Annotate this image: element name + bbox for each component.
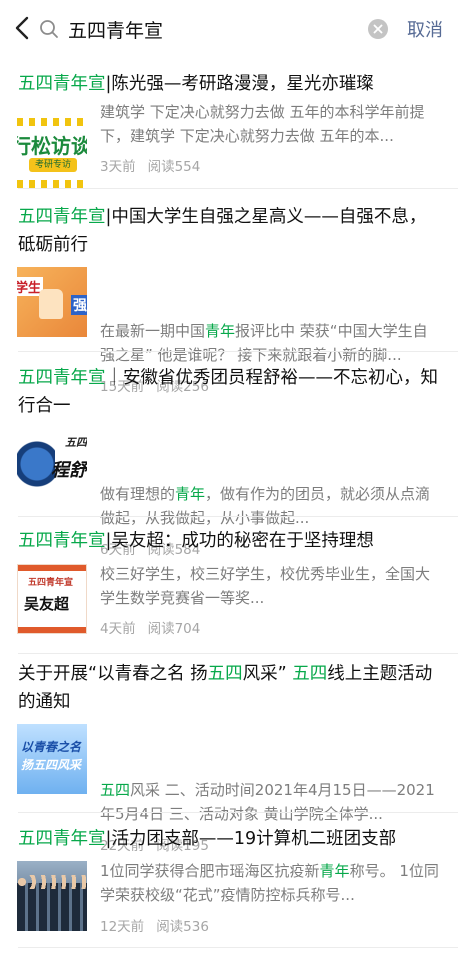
thumbnail-text: 强 <box>71 295 87 315</box>
title-text: 关于开展“以青春之名 扬 <box>18 664 208 684</box>
thumbnail-text: 行松访谈 <box>17 134 87 158</box>
title-highlight: 五四青年宣 <box>18 531 106 551</box>
result-meta: 4天前 阅读704 <box>100 617 200 637</box>
thumbnail-text: 以青春之名 <box>21 740 82 754</box>
result-title[interactable]: 五四青年宣|陈光强—考研路漫漫，星光亦璀璨 <box>18 70 438 98</box>
result-thumbnail: 行松访谈 考研专访 <box>17 118 87 188</box>
snippet-highlight: 青年 <box>175 485 206 503</box>
result-reads: 阅读554 <box>147 159 201 175</box>
result-meta: 3天前 阅读554 <box>100 155 200 175</box>
search-input[interactable] <box>68 18 358 40</box>
back-button[interactable] <box>10 14 34 42</box>
snippet-text: 做有理想的 <box>100 485 176 503</box>
thumbnail-text: 程舒 <box>51 460 87 481</box>
result-time: 4天前 <box>100 621 136 637</box>
thumbnail-text: 五四青年宣 <box>28 578 74 588</box>
result-item[interactable]: 五四青年宣|吴友超：成功的秘密在于坚持理想 五四青年宣 吴友超 校三好学生，校三… <box>0 517 458 653</box>
search-box[interactable] <box>38 10 394 48</box>
result-item[interactable]: 关于开展“以青春之名 扬五四风采” 五四线上主题活动的通知 以青春之名 扬五四风… <box>0 654 458 854</box>
result-thumbnail <box>17 861 87 931</box>
group-photo <box>17 883 87 931</box>
thumbnail-text: 吴友超 <box>24 595 70 613</box>
chevron-left-icon <box>15 16 29 40</box>
snippet-highlight: 青年 <box>205 322 236 340</box>
result-thumbnail: 以青春之名 扬五四风采 <box>17 724 87 794</box>
divider <box>18 947 458 948</box>
snippet-highlight: 五四 <box>100 781 131 799</box>
snippet-text: 建筑学 下定决心就努力去做 五年的本科学年前提下，建筑学 下定决心就努力去做 五… <box>100 103 425 145</box>
title-highlight: 五四 <box>207 664 243 684</box>
result-reads: 阅读704 <box>147 621 201 637</box>
result-title[interactable]: 五四青年宣｜安徽省优秀团员程舒裕——不忘初心，知行合一 <box>18 364 438 420</box>
search-icon <box>38 18 60 40</box>
result-snippet: 1位同学获得合肥市瑶海区抗疫新青年称号。 1位同学荣获校级“花式”疫情防控标兵称… <box>100 859 440 907</box>
clear-icon <box>373 24 383 34</box>
result-thumbnail: 五四青年宣 吴友超 <box>17 564 87 634</box>
cancel-button[interactable]: 取消 <box>407 16 443 42</box>
clear-search-button[interactable] <box>368 19 388 39</box>
result-time: 12天前 <box>100 919 145 935</box>
result-thumbnail: 学生 强 <box>17 267 87 337</box>
result-meta: 12天前 阅读536 <box>100 915 209 935</box>
result-title[interactable]: 五四青年宣|吴友超：成功的秘密在于坚持理想 <box>18 527 438 555</box>
snippet-highlight: 青年 <box>319 862 350 880</box>
result-item[interactable]: 五四青年宣|中国大学生自强之星高义——自强不息，砥砺前行 学生 强 在最新一期中… <box>0 189 458 395</box>
result-reads: 阅读536 <box>156 919 209 935</box>
result-item[interactable]: 五四青年宣｜安徽省优秀团员程舒裕——不忘初心，知行合一 五四 程舒 做有理想的青… <box>0 352 458 558</box>
search-header: 取消 <box>0 0 458 58</box>
title-highlight: 五四青年宣 <box>18 368 106 388</box>
result-thumbnail: 五四 程舒 <box>17 430 87 500</box>
thumbnail-text: 扬五四风采 <box>21 758 82 772</box>
title-text: |吴友超：成功的秘密在于坚持理想 <box>105 531 374 551</box>
result-time: 3天前 <box>100 159 136 175</box>
thumbnail-text: 五四 <box>65 436 87 449</box>
title-highlight: 五四青年宣 <box>18 74 106 94</box>
snippet-text: 校三好学生，校三好学生，校优秀毕业生，全国大学生数学竞赛省一等奖... <box>100 565 431 607</box>
title-text: 风采” <box>242 664 293 684</box>
result-title[interactable]: 五四青年宣|中国大学生自强之星高义——自强不息，砥砺前行 <box>18 203 438 259</box>
title-text: |活力团支部——19计算机二班团支部 <box>105 829 397 849</box>
result-snippet: 建筑学 下定决心就努力去做 五年的本科学年前提下，建筑学 下定决心就努力去做 五… <box>100 100 440 148</box>
result-item[interactable]: 五四青年宣|活力团支部——19计算机二班团支部 1位同学获得合肥市瑶海区抗疫新青… <box>0 813 458 953</box>
result-title[interactable]: 关于开展“以青春之名 扬五四风采” 五四线上主题活动的通知 <box>18 660 438 716</box>
title-highlight: 五四青年宣 <box>18 829 106 849</box>
title-highlight: 五四 <box>292 664 328 684</box>
result-title[interactable]: 五四青年宣|活力团支部——19计算机二班团支部 <box>18 825 438 853</box>
title-highlight: 五四青年宣 <box>18 207 106 227</box>
snippet-text: 1位同学获得合肥市瑶海区抗疫新 <box>100 862 320 880</box>
fist-illustration <box>39 289 63 319</box>
title-text: |陈光强—考研路漫漫，星光亦璀璨 <box>105 74 374 94</box>
thumbnail-text: 考研专访 <box>29 158 77 172</box>
snippet-text: 在最新一期中国 <box>100 322 206 340</box>
result-snippet: 校三好学生，校三好学生，校优秀毕业生，全国大学生数学竞赛省一等奖... <box>100 562 440 610</box>
